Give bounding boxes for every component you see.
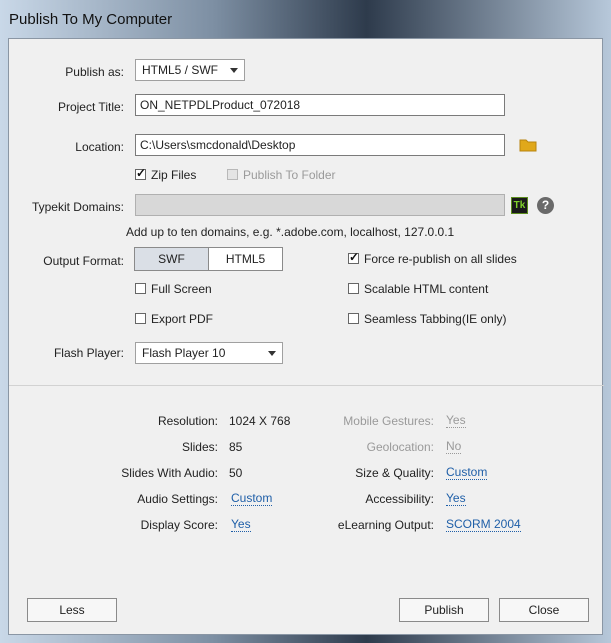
size-quality-link[interactable]: Custom bbox=[446, 466, 488, 480]
chevron-down-icon bbox=[230, 68, 238, 73]
scalable-html-label: Scalable HTML content bbox=[364, 282, 489, 296]
output-format-label: Output Format: bbox=[43, 254, 124, 268]
less-button[interactable]: Less bbox=[27, 598, 117, 622]
accessibility-label: Accessibility: bbox=[365, 492, 434, 506]
output-format-html5-button[interactable]: HTML5 bbox=[208, 247, 283, 271]
help-icon[interactable]: ? bbox=[537, 197, 554, 214]
flash-player-select[interactable]: Flash Player 10 bbox=[135, 342, 283, 364]
full-screen-label: Full Screen bbox=[151, 282, 212, 296]
typekit-hint: Add up to ten domains, e.g. *.adobe.com,… bbox=[126, 225, 455, 239]
audio-settings-link[interactable]: Custom bbox=[231, 492, 273, 506]
display-score-label: Display Score: bbox=[140, 518, 218, 532]
title-bar[interactable]: Publish To My Computer bbox=[0, 0, 611, 38]
location-label: Location: bbox=[75, 140, 124, 154]
publish-as-value: HTML5 / SWF bbox=[142, 63, 219, 77]
slides-label: Slides: bbox=[181, 440, 218, 454]
seamless-tabbing-checkbox[interactable] bbox=[348, 313, 359, 324]
publish-to-folder-checkbox[interactable] bbox=[227, 169, 238, 180]
project-title-input[interactable]: ON_NETPDLProduct_072018 bbox=[135, 94, 505, 116]
force-republish-label: Force re-publish on all slides bbox=[364, 252, 517, 266]
audio-settings-label: Audio Settings: bbox=[137, 492, 218, 506]
slides-value: 85 bbox=[229, 440, 243, 454]
folder-icon[interactable] bbox=[519, 138, 537, 152]
elearning-output-label: eLearning Output: bbox=[337, 518, 434, 532]
mobile-gestures-label: Mobile Gestures: bbox=[343, 414, 434, 428]
zip-files-checkbox[interactable] bbox=[135, 166, 146, 180]
scalable-html-checkbox[interactable] bbox=[348, 283, 359, 294]
location-input[interactable]: C:\Users\smcdonald\Desktop bbox=[135, 134, 505, 156]
accessibility-link[interactable]: Yes bbox=[446, 492, 466, 506]
typekit-domains-input[interactable] bbox=[135, 194, 505, 216]
close-button[interactable]: Close bbox=[499, 598, 589, 622]
size-quality-label: Size & Quality: bbox=[355, 466, 434, 480]
typekit-domains-label: Typekit Domains: bbox=[31, 200, 124, 214]
chevron-down-icon bbox=[268, 351, 276, 356]
publish-button[interactable]: Publish bbox=[399, 598, 489, 622]
flash-player-value: Flash Player 10 bbox=[142, 346, 226, 360]
elearning-output-link[interactable]: SCORM 2004 bbox=[446, 518, 521, 532]
publish-as-select[interactable]: HTML5 / SWF bbox=[135, 59, 245, 81]
output-format-swf-button[interactable]: SWF bbox=[134, 247, 209, 271]
force-republish-checkbox[interactable] bbox=[348, 250, 359, 264]
mobile-gestures-link[interactable]: Yes bbox=[446, 414, 466, 428]
zip-files-label: Zip Files bbox=[151, 168, 197, 182]
resolution-value: 1024 X 768 bbox=[229, 414, 291, 428]
export-pdf-checkbox[interactable] bbox=[135, 313, 146, 324]
typekit-icon[interactable]: Tk bbox=[511, 197, 528, 214]
publish-to-folder-label: Publish To Folder bbox=[243, 168, 336, 182]
slides-with-audio-label: Slides With Audio: bbox=[121, 466, 218, 480]
geolocation-label: Geolocation: bbox=[366, 440, 434, 454]
export-pdf-label: Export PDF bbox=[151, 312, 214, 326]
publish-as-label: Publish as: bbox=[65, 65, 124, 79]
seamless-tabbing-label: Seamless Tabbing(IE only) bbox=[364, 312, 507, 326]
window-title: Publish To My Computer bbox=[9, 11, 173, 28]
dialog-body: Publish as: HTML5 / SWF Project Title: O… bbox=[8, 38, 604, 635]
flash-player-label: Flash Player: bbox=[53, 346, 124, 360]
slides-with-audio-value: 50 bbox=[229, 466, 243, 480]
project-title-label: Project Title: bbox=[57, 100, 124, 114]
section-divider bbox=[9, 385, 604, 386]
full-screen-checkbox[interactable] bbox=[135, 283, 146, 294]
resolution-label: Resolution: bbox=[157, 414, 218, 428]
geolocation-link[interactable]: No bbox=[446, 440, 462, 454]
display-score-link[interactable]: Yes bbox=[231, 518, 251, 532]
